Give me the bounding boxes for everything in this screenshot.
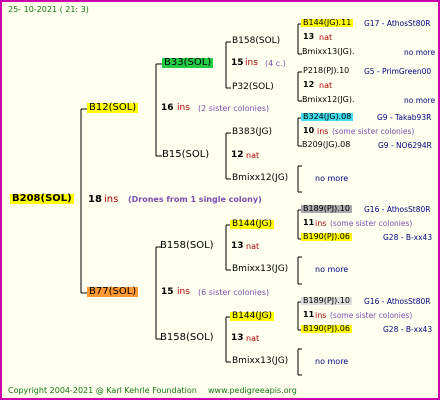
g5-ins-word-5: ins	[315, 219, 327, 228]
g5-note-3: (some sister colonies)	[332, 127, 415, 136]
g3-queen-1: B33(SOL)	[162, 57, 214, 68]
g5-ins-word-2: nat	[319, 81, 333, 90]
g3-queen-3: B158(SOL)	[160, 240, 214, 251]
dam-note: (6 sister colonies)	[198, 288, 270, 297]
root-ins-count: 18	[88, 194, 102, 205]
g3-queen-2: B15(SOL)	[162, 149, 210, 160]
g5-sire-1: B144(JG).11	[301, 18, 354, 27]
g5-right-top-3: G9 - Takab93R	[377, 113, 432, 122]
g5-dam-7: B190(PJ).06	[301, 324, 352, 333]
g3-ins-word-4: nat	[246, 334, 260, 343]
g5-sire-7: B189(PJ).10	[301, 296, 352, 305]
dam-ins-word: ins	[177, 287, 190, 297]
copyright-text: Copyright 2004-2021 @ Karl Kehrle Founda…	[8, 386, 197, 395]
root-queen: B208(SOL)	[10, 193, 74, 204]
g5-dam-2: Bmixx12(JG).	[302, 95, 355, 104]
g4-queen-2: P32(SOL)	[232, 82, 274, 92]
sire-note: (2 sister colonies)	[198, 104, 270, 113]
g3-ins-word-2: nat	[246, 151, 260, 160]
g3-ins-count-1: 15	[231, 58, 244, 68]
g5-right-top-5: G16 - AthosSt80R	[364, 205, 431, 214]
g5-sire-3: B324(JG).08	[301, 112, 354, 121]
g5-no-more-6: no more	[315, 265, 349, 274]
sire-ins-count: 16	[161, 103, 174, 113]
root-note: (Drones from 1 single colony)	[128, 195, 262, 204]
g5-right-bottom-1: no more	[404, 48, 436, 57]
g5-sire-5: B189(PJ).10	[301, 204, 352, 213]
g4-queen-6: Bmixx13(JG)	[232, 264, 289, 274]
report-date: 25- 10-2021 ( 21: 3)	[8, 5, 89, 14]
g3-ins-word-1: ins	[245, 58, 258, 68]
g5-right-bottom-7: G28 - B-xx43	[383, 325, 433, 334]
g5-right-top-7: G16 - AthosSt80R	[364, 297, 431, 306]
g4-queen-8: Bmixx13(JG)	[232, 356, 289, 366]
g4-queen-5: B144(JG)	[230, 219, 275, 229]
g5-ins-word-7: ins	[315, 311, 327, 320]
g5-ins-word-3: ins	[317, 127, 329, 136]
pedigree-frame: 25- 10-2021 ( 21: 3) Copyright 2004-2021…	[0, 0, 440, 400]
g3-ins-word-3: nat	[246, 242, 260, 251]
g5-ins-count-3: 10	[303, 126, 315, 135]
g3-ins-count-2: 12	[231, 150, 244, 160]
g5-ins-count-1: 13	[303, 32, 315, 41]
g5-right-bottom-5: G28 - B-xx43	[383, 233, 433, 242]
dam-ins-count: 15	[161, 287, 174, 297]
g4-queen-7: B144(JG)	[230, 311, 275, 321]
g5-ins-count-5: 11	[303, 218, 315, 227]
g3-ins-count-3: 13	[231, 241, 244, 251]
g4-queen-3: B383(JG)	[232, 127, 273, 137]
g5-ins-count-2: 12	[303, 80, 315, 89]
g5-right-bottom-3: G9 - NO6294R	[378, 141, 432, 150]
g5-ins-word-1: nat	[319, 33, 333, 42]
g3-queen-4: B158(SOL)	[160, 332, 214, 343]
sire-queen: B12(SOL)	[87, 102, 139, 113]
dam-queen: B77(SOL)	[87, 286, 139, 297]
g5-dam-5: B190(PJ).06	[301, 232, 352, 241]
g5-no-more-8: no more	[315, 357, 349, 366]
sire-ins-word: ins	[177, 103, 190, 113]
g5-note-5: (some sister colonies)	[330, 219, 413, 228]
g3-note-1: (4 c.)	[265, 59, 286, 68]
g5-ins-count-7: 11	[303, 310, 315, 319]
g4-queen-1: B158(SOL)	[232, 36, 281, 46]
g5-dam-3: B209(JG).08	[302, 140, 351, 149]
g5-sire-2: P218(PJ).10	[303, 66, 350, 75]
g5-dam-1: Bmixx13(JG).	[302, 47, 355, 56]
g5-right-top-1: G17 - AthosSt80R	[364, 19, 431, 28]
g5-right-bottom-2: no more	[404, 96, 436, 105]
g3-ins-count-4: 13	[231, 333, 244, 343]
g5-right-top-2: G5 - PrimGreen00	[364, 67, 432, 76]
g4-queen-4: Bmixx12(JG)	[232, 173, 289, 183]
root-ins-word: ins	[104, 194, 119, 205]
site-url: www.pedigreeapis.org	[208, 386, 297, 395]
g5-note-7: (some sister colonies)	[330, 311, 413, 320]
g5-no-more-4: no more	[315, 174, 349, 183]
